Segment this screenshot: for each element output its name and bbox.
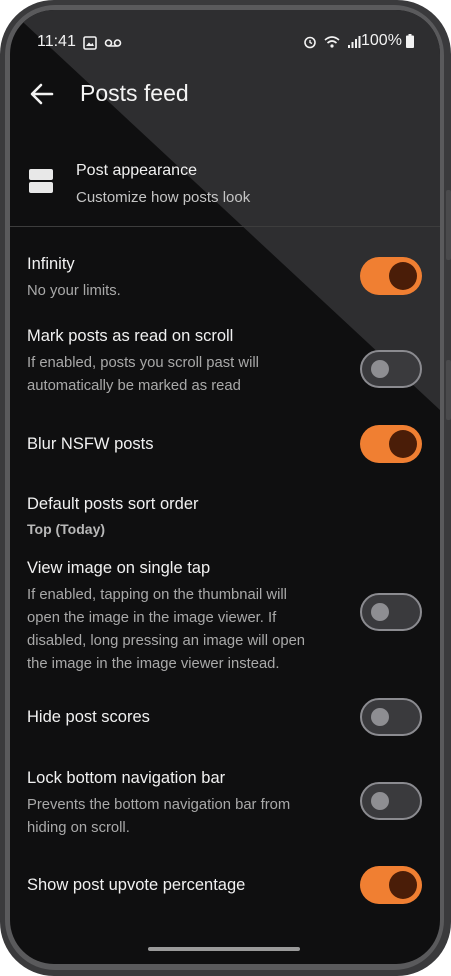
status-right-icons [303, 33, 361, 51]
back-arrow-icon[interactable] [28, 80, 56, 108]
voicemail-icon [105, 38, 122, 47]
setting-title: View image on single tap [27, 559, 211, 577]
setting-blur-nsfw[interactable]: Blur NSFW posts [10, 414, 440, 474]
setting-title: Blur NSFW posts [27, 435, 154, 453]
hide-scores-toggle[interactable] [360, 698, 422, 736]
blur-nsfw-toggle[interactable] [360, 425, 422, 463]
divider [10, 226, 440, 227]
side-button [446, 190, 451, 260]
upvote-percentage-toggle[interactable] [360, 866, 422, 904]
setting-title: Mark posts as read on scroll [27, 327, 234, 345]
alarm-icon [304, 36, 316, 49]
toggle-thumb [371, 360, 389, 378]
toggle-thumb [389, 430, 417, 458]
subtitle-line: hiding on scroll. [27, 820, 130, 836]
signal-icon [347, 35, 361, 48]
toggle-thumb [389, 262, 417, 290]
setting-title: Show post upvote percentage [27, 876, 246, 894]
setting-subtitle: Prevents the bottom navigation bar from … [27, 794, 327, 840]
toggle-thumb [371, 792, 389, 810]
status-left-icons [83, 34, 122, 52]
mark-read-toggle[interactable] [360, 350, 422, 388]
battery-icon [406, 33, 415, 48]
page-title: Posts feed [80, 80, 189, 106]
view-agenda-icon [29, 169, 53, 193]
home-indicator[interactable] [148, 947, 300, 951]
app-bar: Posts feed [10, 72, 440, 136]
infinity-toggle[interactable] [360, 257, 422, 295]
setting-lock-bottom-nav[interactable]: Lock bottom navigation bar Prevents the … [10, 762, 440, 852]
section-title: Post appearance [76, 162, 197, 179]
toggle-thumb [371, 708, 389, 726]
setting-subtitle: No your limits. [27, 283, 121, 299]
screen: 11:41 100% Posts feed Post appearance Cu… [10, 10, 440, 964]
image-icon [83, 35, 97, 50]
status-time: 11:41 [37, 33, 76, 50]
post-appearance-item[interactable]: Post appearance Customize how posts look [10, 146, 440, 228]
view-image-toggle[interactable] [360, 593, 422, 631]
wifi-icon [324, 35, 340, 48]
setting-subtitle: If enabled, posts you scroll past will a… [27, 352, 327, 398]
subtitle-line: the image in the image viewer instead. [27, 656, 280, 672]
setting-hide-post-scores[interactable]: Hide post scores [10, 690, 440, 746]
status-bar: 11:41 100% [10, 10, 440, 72]
setting-title: Hide post scores [27, 708, 150, 726]
setting-infinity[interactable]: Infinity No your limits. [10, 242, 440, 312]
toggle-thumb [371, 603, 389, 621]
setting-mark-read-on-scroll[interactable]: Mark posts as read on scroll If enabled,… [10, 314, 440, 414]
setting-title: Infinity [27, 255, 75, 273]
setting-show-upvote-percentage[interactable]: Show post upvote percentage [10, 858, 440, 914]
setting-value: Top (Today) [27, 521, 106, 537]
subtitle-line: Prevents the bottom navigation bar from [27, 797, 291, 813]
lock-nav-toggle[interactable] [360, 782, 422, 820]
subtitle-line: If enabled, tapping on the thumbnail wil… [27, 587, 287, 603]
subtitle-line: disabled, long pressing an image will op… [27, 633, 306, 649]
section-subtitle: Customize how posts look [76, 189, 251, 206]
toggle-thumb [389, 871, 417, 899]
battery-indicator: 100% [361, 32, 415, 50]
setting-view-image-single-tap[interactable]: View image on single tap If enabled, tap… [10, 546, 440, 682]
setting-default-sort-order[interactable]: Default posts sort order Top (Today) [10, 482, 440, 546]
setting-title: Default posts sort order [27, 495, 199, 513]
phone-frame: 11:41 100% Posts feed Post appearance Cu… [0, 0, 451, 976]
setting-subtitle: If enabled, tapping on the thumbnail wil… [27, 584, 327, 676]
setting-title: Lock bottom navigation bar [27, 769, 226, 787]
subtitle-line: automatically be marked as read [27, 378, 241, 394]
battery-percent: 100% [361, 32, 402, 49]
subtitle-line: open the image in the image viewer. If [27, 610, 277, 626]
subtitle-line: If enabled, posts you scroll past will [27, 355, 259, 371]
side-button [446, 360, 451, 420]
